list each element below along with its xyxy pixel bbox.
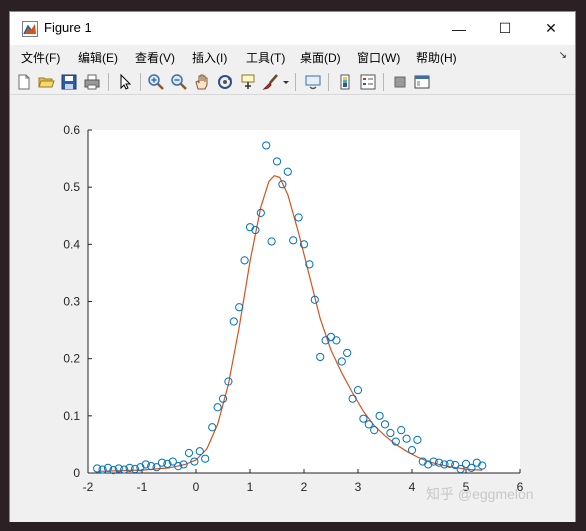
y-tick-label: 0.3 (63, 295, 80, 309)
menu-edit[interactable]: 编辑(E) (78, 49, 118, 66)
minimize-icon: — (452, 20, 466, 37)
colorbar-icon[interactable] (336, 73, 354, 91)
y-tick-label: 0 (73, 466, 80, 480)
show-plot-tools-icon[interactable] (413, 73, 431, 91)
rotate-3d-icon[interactable] (216, 73, 234, 91)
brush-dropdown-icon[interactable] (282, 73, 290, 91)
axes-background (88, 130, 520, 473)
close-icon: ✕ (545, 20, 557, 36)
legend-icon[interactable] (359, 73, 377, 91)
watermark-text: 知乎 @eggmelon (426, 486, 534, 502)
menu-file[interactable]: 文件(F) (21, 49, 60, 66)
toolbar-separator (108, 73, 109, 91)
y-tick-label: 0.2 (63, 352, 80, 366)
pan-hand-icon[interactable] (193, 73, 211, 91)
zoom-out-icon[interactable] (170, 73, 188, 91)
y-tick-label: 0.5 (63, 180, 80, 194)
matlab-figure-icon (22, 21, 38, 37)
y-tick-label: 0.1 (63, 409, 80, 423)
x-tick-label: 0 (193, 480, 200, 494)
window-title: Figure 1 (44, 20, 92, 35)
menu-window[interactable]: 窗口(W) (357, 49, 400, 66)
minimize-button[interactable]: — (436, 12, 482, 45)
x-tick-label: 1 (247, 480, 254, 494)
brush-icon[interactable] (262, 73, 280, 91)
figure-toolbar (10, 69, 575, 95)
toolbar-separator (295, 73, 296, 91)
x-tick-label: 3 (355, 480, 362, 494)
y-tick-label: 0.6 (63, 123, 80, 137)
toolbar-separator (328, 73, 329, 91)
maximize-button[interactable]: ☐ (482, 12, 528, 45)
print-icon[interactable] (83, 73, 101, 91)
x-tick-label: 4 (409, 480, 416, 494)
menu-desktop[interactable]: 桌面(D) (300, 49, 341, 66)
plot-svg: -2 -1 0 1 2 3 4 5 600.10.20.30.40.50.6 (63, 123, 523, 494)
save-icon[interactable] (60, 73, 78, 91)
close-button[interactable]: ✕ (528, 12, 574, 45)
link-plot-icon[interactable] (304, 73, 322, 91)
menu-tools[interactable]: 工具(T) (246, 49, 285, 66)
y-tick-label: 0.4 (63, 237, 80, 251)
figure-canvas: -2 -1 0 1 2 3 4 5 6 0 0.1 0.2 0.3 0.4 0.5 0.6 (10, 96, 575, 522)
figure-window: Figure 1 — ☐ ✕ 文件(F) 编辑(E) 查看(V) 插入(I) 工… (9, 11, 576, 522)
hide-plot-tools-icon[interactable] (391, 73, 409, 91)
title-bar[interactable]: Figure 1 — ☐ ✕ (10, 12, 575, 45)
new-figure-icon[interactable] (15, 73, 33, 91)
maximize-icon: ☐ (498, 20, 512, 36)
menu-help[interactable]: 帮助(H) (416, 49, 457, 66)
data-cursor-icon[interactable] (239, 73, 257, 91)
toolbar-separator (140, 73, 141, 91)
open-icon[interactable] (37, 73, 55, 91)
zoom-in-icon[interactable] (147, 73, 165, 91)
menu-view[interactable]: 查看(V) (135, 49, 175, 66)
menu-insert[interactable]: 插入(I) (192, 49, 227, 66)
x-tick-label: -1 (137, 480, 148, 494)
x-tick-label: -2 (83, 480, 94, 494)
toolbar-separator (383, 73, 384, 91)
x-tick-label: 2 (301, 480, 308, 494)
menu-bar: 文件(F) 编辑(E) 查看(V) 插入(I) 工具(T) 桌面(D) 窗口(W… (10, 45, 575, 69)
select-arrow-icon[interactable] (116, 73, 134, 91)
menu-dock-arrow-icon[interactable]: ↘ (559, 50, 567, 61)
